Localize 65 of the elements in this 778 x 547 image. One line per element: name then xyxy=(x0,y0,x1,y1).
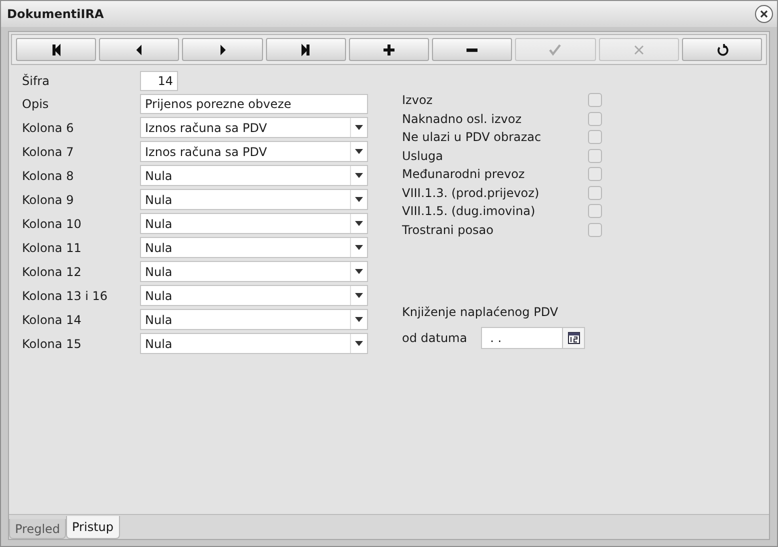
caret-icon xyxy=(355,341,363,346)
checkbox-label: VIII.1.3. (prod.prijevoz) xyxy=(402,186,540,200)
column-dropdown[interactable]: Nula xyxy=(140,309,368,330)
checkbox[interactable] xyxy=(588,204,602,218)
field-label: Kolona 9 xyxy=(22,192,75,206)
caret-icon xyxy=(355,245,363,250)
column-dropdown[interactable]: Nula xyxy=(140,285,368,306)
column-dropdown[interactable]: Nula xyxy=(140,237,368,258)
checkbox-label: Usluga xyxy=(402,148,443,163)
caret-icon xyxy=(355,269,363,274)
caret-icon xyxy=(355,149,363,154)
field-label: Kolona 11 xyxy=(22,240,82,254)
field-label: Kolona 12 xyxy=(22,264,82,278)
field-label: Kolona 6 xyxy=(22,120,75,134)
checkbox-label: VIII.1.5. (dug.imovina) xyxy=(402,204,536,218)
date-label: od datuma xyxy=(402,331,468,345)
checkbox[interactable] xyxy=(588,167,602,182)
calendar-button[interactable] xyxy=(563,327,586,349)
caret-icon xyxy=(355,317,363,322)
add-button[interactable] xyxy=(348,38,430,61)
refresh-button[interactable] xyxy=(682,38,762,61)
first-button[interactable] xyxy=(16,38,96,61)
column-dropdown[interactable]: Nula xyxy=(140,213,368,234)
field-label: Šifra xyxy=(22,74,50,88)
checkbox-label: Međunarodni prevoz xyxy=(402,167,525,182)
field-label: Kolona 10 xyxy=(22,216,82,230)
caret-icon xyxy=(355,221,363,226)
tab[interactable]: Pristup xyxy=(66,516,120,539)
field-label: Kolona 7 xyxy=(22,144,75,158)
section-heading: Knjiženje naplaćenog PDV xyxy=(402,305,560,319)
checkbox[interactable] xyxy=(588,186,602,200)
caret-icon xyxy=(355,293,363,298)
window-title: DokumentiIRA xyxy=(7,7,104,21)
close-button[interactable] xyxy=(755,5,773,23)
calendar-icon xyxy=(568,332,580,344)
field-label: Kolona 13 i 16 xyxy=(22,288,109,302)
code-field[interactable]: 14 xyxy=(140,71,178,91)
caret-icon xyxy=(355,173,363,178)
checkbox[interactable] xyxy=(588,112,602,126)
checkbox[interactable] xyxy=(588,130,602,144)
column-dropdown[interactable]: Iznos računa sa PDV xyxy=(140,141,368,162)
last-button[interactable] xyxy=(266,38,346,61)
checkbox[interactable] xyxy=(588,222,602,237)
caret-icon xyxy=(355,197,363,202)
field-label: Opis xyxy=(22,97,50,111)
column-dropdown[interactable]: Nula xyxy=(140,165,368,186)
tab[interactable]: Pregled xyxy=(9,519,66,539)
field-label: Kolona 8 xyxy=(22,168,75,182)
checkbox-label: Naknadno osl. izvoz xyxy=(402,112,522,126)
column-dropdown[interactable]: Iznos računa sa PDV xyxy=(140,117,368,138)
checkbox-label: Trostrani posao xyxy=(402,222,494,237)
field-label: Kolona 15 xyxy=(22,336,82,350)
close-icon xyxy=(760,10,768,18)
checkbox-label: Izvoz xyxy=(402,93,433,108)
checkbox[interactable] xyxy=(588,93,602,108)
field-label: Kolona 14 xyxy=(22,312,82,326)
caret-icon xyxy=(355,125,363,130)
description-field[interactable]: Prijenos porezne obveze xyxy=(140,94,368,114)
date-field[interactable]: . . xyxy=(481,327,564,349)
checkbox-label: Ne ulazi u PDV obrazac xyxy=(402,130,542,144)
column-dropdown[interactable]: Nula xyxy=(140,261,368,282)
remove-button[interactable] xyxy=(432,38,512,61)
column-dropdown[interactable]: Nula xyxy=(140,333,368,354)
column-dropdown[interactable]: Nula xyxy=(140,189,368,210)
checkbox[interactable] xyxy=(588,148,602,163)
